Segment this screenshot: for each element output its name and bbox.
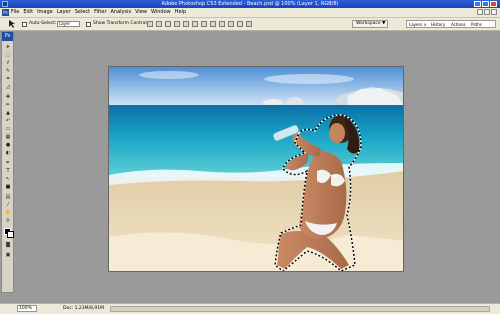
distribute-bottom-icon[interactable] bbox=[219, 21, 225, 27]
title-bar: Adobe Photoshop CS3 Extended - Beach.psd… bbox=[0, 0, 500, 8]
menu-select[interactable]: Select bbox=[75, 9, 90, 16]
marquee-tool-icon[interactable]: ⬚ bbox=[4, 52, 12, 58]
shape-tool-icon[interactable]: ■ bbox=[4, 184, 12, 190]
doc-restore-button[interactable] bbox=[484, 9, 490, 15]
eyedropper-tool-icon[interactable]: ⁄ bbox=[4, 202, 12, 208]
align-hcenter-icon[interactable] bbox=[183, 21, 189, 27]
align-distribute-group bbox=[147, 21, 252, 27]
align-bottom-icon[interactable] bbox=[165, 21, 171, 27]
align-top-icon[interactable] bbox=[147, 21, 153, 27]
background-color-swatch[interactable] bbox=[7, 231, 14, 238]
move-tool-icon[interactable]: ➤ bbox=[4, 44, 12, 50]
healing-brush-tool-icon[interactable]: ✚ bbox=[4, 94, 12, 100]
panel-well: Layers × History Actions Paths bbox=[406, 20, 496, 28]
hand-tool-icon[interactable]: ✋ bbox=[4, 210, 12, 216]
menu-help[interactable]: Help bbox=[175, 9, 186, 16]
auto-select-dropdown[interactable]: Layer bbox=[57, 21, 80, 27]
quick-selection-tool-icon[interactable]: ✎ bbox=[4, 68, 12, 74]
menu-image[interactable]: Image bbox=[37, 9, 53, 16]
show-transform-checkbox[interactable] bbox=[86, 22, 91, 27]
tools-panel-header: Ps bbox=[2, 32, 13, 41]
distribute-left-icon[interactable] bbox=[228, 21, 234, 27]
show-transform-label: Show Transform Controls bbox=[93, 21, 149, 26]
auto-select-label: Auto-Select: bbox=[29, 21, 57, 26]
menu-file[interactable]: File bbox=[11, 9, 19, 16]
tools-panel: Ps ➤ ⬚ ℓ ✎ ⌗ ◿ ✚ ✏ ▲ ↶ ▭ ▦ ● ◐ ✒ T ↖ ■ ▤… bbox=[1, 31, 14, 293]
document-window-controls bbox=[477, 9, 497, 15]
slice-tool-icon[interactable]: ◿ bbox=[4, 84, 12, 90]
status-bar: 100% Doc: 1,23M/8,91M bbox=[0, 303, 500, 314]
menu-bar: Ps File Edit Image Layer Select Filter A… bbox=[0, 8, 500, 18]
screen-mode-icon[interactable]: ▣ bbox=[4, 252, 12, 258]
minimize-button[interactable] bbox=[474, 1, 481, 7]
panel-tab-history[interactable]: History bbox=[431, 22, 445, 27]
menu-edit[interactable]: Edit bbox=[23, 9, 33, 16]
doc-minimize-button[interactable] bbox=[477, 9, 483, 15]
distribute-top-icon[interactable] bbox=[201, 21, 207, 27]
menu-window[interactable]: Window bbox=[151, 9, 171, 16]
workspace-button[interactable]: Workspace ▼ bbox=[352, 20, 388, 28]
doc-size-info[interactable]: Doc: 1,23M/8,91M bbox=[63, 306, 104, 312]
eraser-tool-icon[interactable]: ▭ bbox=[4, 126, 12, 132]
horizontal-scrollbar[interactable] bbox=[110, 306, 490, 312]
menu-filter[interactable]: Filter bbox=[94, 9, 106, 16]
type-tool-icon[interactable]: T bbox=[4, 168, 12, 174]
distribute-hcenter-icon[interactable] bbox=[237, 21, 243, 27]
beach-photo bbox=[109, 67, 403, 271]
close-button[interactable] bbox=[490, 1, 497, 7]
align-right-icon[interactable] bbox=[192, 21, 198, 27]
move-tool-icon[interactable] bbox=[8, 20, 16, 28]
zoom-field[interactable]: 100% bbox=[17, 305, 37, 312]
panel-tab-paths[interactable]: Paths bbox=[471, 22, 482, 27]
maximize-button[interactable] bbox=[482, 1, 489, 7]
lasso-tool-icon[interactable]: ℓ bbox=[4, 60, 12, 66]
menu-layer[interactable]: Layer bbox=[57, 9, 71, 16]
history-brush-tool-icon[interactable]: ↶ bbox=[4, 118, 12, 124]
blur-tool-icon[interactable]: ● bbox=[4, 142, 12, 148]
options-bar: Auto-Select: Layer Show Transform Contro… bbox=[0, 18, 500, 31]
ps-logo: Ps bbox=[2, 9, 9, 16]
auto-select-checkbox[interactable] bbox=[22, 22, 27, 27]
brush-tool-icon[interactable]: ✏ bbox=[4, 102, 12, 108]
distribute-vcenter-icon[interactable] bbox=[210, 21, 216, 27]
notes-tool-icon[interactable]: ▤ bbox=[4, 194, 12, 200]
gradient-tool-icon[interactable]: ▦ bbox=[4, 134, 12, 140]
panel-tab-layers[interactable]: Layers × bbox=[409, 22, 427, 27]
doc-close-button[interactable] bbox=[491, 9, 497, 15]
pen-tool-icon[interactable]: ✒ bbox=[4, 160, 12, 166]
menu-list: File Edit Image Layer Select Filter Anal… bbox=[11, 9, 186, 16]
clone-stamp-tool-icon[interactable]: ▲ bbox=[4, 110, 12, 116]
menu-analysis[interactable]: Analysis bbox=[111, 9, 132, 16]
crop-tool-icon[interactable]: ⌗ bbox=[4, 76, 12, 82]
quick-mask-icon[interactable]: ◙ bbox=[4, 242, 12, 248]
align-vcenter-icon[interactable] bbox=[156, 21, 162, 27]
distribute-right-icon[interactable] bbox=[246, 21, 252, 27]
window-title: Adobe Photoshop CS3 Extended - Beach.psd… bbox=[161, 1, 339, 7]
menu-view[interactable]: View bbox=[135, 9, 147, 16]
panel-tab-actions[interactable]: Actions bbox=[451, 22, 466, 27]
align-left-icon[interactable] bbox=[174, 21, 180, 27]
path-selection-tool-icon[interactable]: ↖ bbox=[4, 176, 12, 182]
zoom-tool-icon[interactable]: ⚲ bbox=[4, 218, 12, 224]
dodge-tool-icon[interactable]: ◐ bbox=[4, 150, 12, 156]
document-canvas[interactable] bbox=[108, 66, 404, 272]
